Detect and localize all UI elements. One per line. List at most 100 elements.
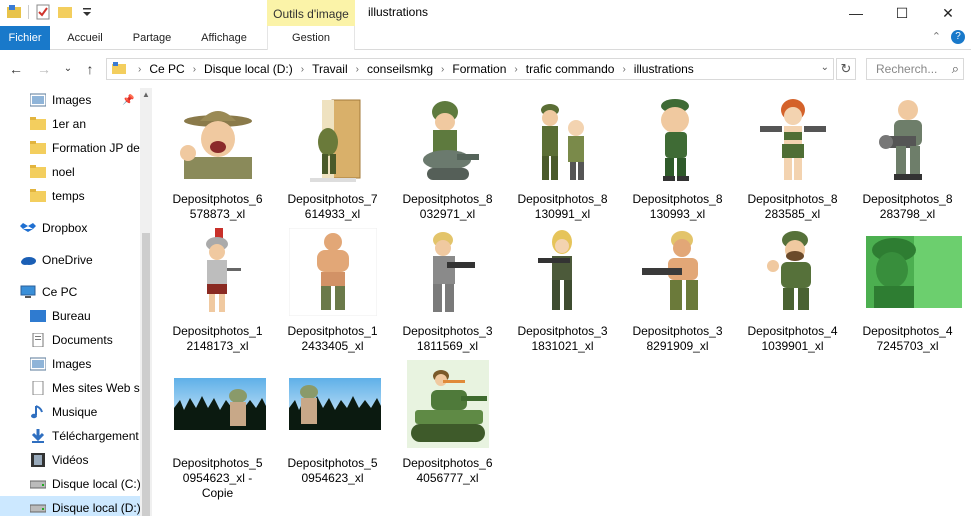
sidebar-item-images-quick[interactable]: Images 📌 [0,88,140,112]
breadcrumb-separator[interactable]: › [296,64,309,75]
sidebar-item-noel[interactable]: noel [0,160,140,184]
tab-fichier[interactable]: Fichier [0,26,50,50]
scrollbar-thumb[interactable] [142,233,150,516]
breadcrumb-separator[interactable]: › [351,64,364,75]
sidebar-item-1er-an[interactable]: 1er an [0,112,140,136]
file-item[interactable]: Depositphotos_8 032971_xl [390,88,505,221]
music-icon [30,405,46,419]
image-thumbnail [634,96,722,184]
tab-partage[interactable]: Partage [124,26,180,50]
file-item[interactable]: Depositphotos_5 0954623_xl - Copie [160,352,275,500]
close-button[interactable]: ✕ [925,0,971,26]
refresh-button[interactable]: ↻ [836,58,856,80]
file-name: Depositphotos_8 130993_xl [632,192,723,221]
breadcrumb-disque-local-d[interactable]: Disque local (D:) [201,62,296,76]
tab-gestion[interactable]: Gestion [267,26,355,50]
image-thumbnail [174,360,266,448]
sidebar-item-bureau[interactable]: Bureau [0,304,140,328]
file-name: Depositphotos_8 283585_xl [747,192,838,221]
documents-icon [30,332,46,348]
sidebar-item-videos[interactable]: Vidéos [0,448,140,472]
image-thumbnail [866,228,962,316]
file-item[interactable]: Depositphotos_8 130991_xl [505,88,620,221]
sidebar-item-temps[interactable]: temps [0,184,140,208]
breadcrumb-illustrations[interactable]: illustrations [631,62,697,76]
image-thumbnail [404,360,492,448]
customize-toolbar-icon[interactable] [79,4,95,20]
file-name: Depositphotos_8 130991_xl [517,192,608,221]
maximize-button[interactable]: ☐ [879,0,925,26]
breadcrumb-separator[interactable]: › [509,64,522,75]
file-item[interactable]: Depositphotos_8 283585_xl [735,88,850,221]
drive-icon [29,501,47,515]
tab-accueil[interactable]: Accueil [58,26,112,50]
sidebar-item-label: OneDrive [42,253,93,267]
breadcrumb-separator[interactable]: › [188,64,201,75]
file-item[interactable]: Depositphotos_4 7245703_xl [850,220,965,353]
recent-locations-button[interactable]: ⌄ [58,59,78,79]
sidebar-item-label: noel [52,165,75,179]
back-button[interactable]: ← [6,59,26,79]
sidebar-item-images[interactable]: Images [0,352,140,376]
navigation-pane: Images 📌 1er an Formation JP de noel tem… [0,88,152,516]
sidebar-item-disque-local-c[interactable]: Disque local (C:) [0,472,140,496]
image-thumbnail [749,96,837,184]
help-icon[interactable]: ? [951,30,965,44]
file-item[interactable]: Depositphotos_5 0954623_xl [275,352,390,485]
breadcrumb-separator[interactable]: › [436,64,449,75]
address-bar[interactable]: › Ce PC › Disque local (D:) › Travail › … [106,58,834,80]
new-folder-icon[interactable] [57,4,73,20]
sidebar-item-label: Téléchargement [52,429,139,443]
file-item[interactable]: Depositphotos_1 2148173_xl [160,220,275,353]
breadcrumb-trafic-commando[interactable]: trafic commando [523,62,618,76]
sidebar-item-telechargement[interactable]: Téléchargement [0,424,140,448]
collapse-ribbon-icon[interactable]: ⌃ [932,30,941,44]
file-item[interactable]: Depositphotos_8 283798_xl [850,88,965,221]
pin-icon[interactable]: 📌 [122,95,134,106]
sidebar-item-dropbox[interactable]: Dropbox [0,216,140,240]
quick-access-toolbar [6,4,95,20]
sidebar-item-formation-jp[interactable]: Formation JP de [0,136,140,160]
file-item[interactable]: Depositphotos_8 130993_xl [620,88,735,221]
folder-icon [30,141,46,155]
sidebar-item-musique[interactable]: Musique [0,400,140,424]
scroll-up-icon[interactable]: ▲ [142,90,150,99]
file-item[interactable]: Depositphotos_6 578873_xl [160,88,275,221]
sidebar-item-onedrive[interactable]: OneDrive [0,248,140,272]
sidebar-item-disque-local-d[interactable]: Disque local (D:) [0,496,140,516]
breadcrumb-separator: › [138,63,142,75]
breadcrumb-formation[interactable]: Formation [449,62,509,76]
breadcrumb-travail[interactable]: Travail [309,62,351,76]
search-icon[interactable]: ⌕ [952,59,959,79]
file-name: Depositphotos_8 032971_xl [402,192,493,221]
search-input[interactable]: Recherch... ⌕ [866,58,964,80]
minimize-button[interactable]: — [833,0,879,26]
sidebar-item-mes-sites-web[interactable]: Mes sites Web su [0,376,140,400]
sidebar-item-ce-pc[interactable]: Ce PC [0,280,140,304]
file-item[interactable]: Depositphotos_4 1039901_xl [735,220,850,353]
forward-button[interactable]: → [34,59,54,79]
breadcrumb-conseilsmkg[interactable]: conseilsmkg [364,62,436,76]
folder-properties-icon[interactable] [6,4,22,20]
file-item[interactable]: Depositphotos_3 8291909_xl [620,220,735,353]
file-item[interactable]: Depositphotos_3 1831021_xl [505,220,620,353]
up-button[interactable]: ↑ [80,59,100,79]
folder-icon [30,165,46,179]
image-thumbnail [404,228,492,316]
properties-check-icon[interactable] [35,4,51,20]
file-item[interactable]: Depositphotos_6 4056777_xl [390,352,505,485]
tab-affichage[interactable]: Affichage [192,26,256,50]
navigation-scrollbar[interactable]: ▲ [140,88,152,516]
file-item[interactable]: Depositphotos_3 1811569_xl [390,220,505,353]
file-name: Depositphotos_6 578873_xl [172,192,263,221]
address-dropdown-icon[interactable]: ⌄ [821,62,829,73]
window-title: illustrations [368,5,429,19]
file-item[interactable]: Depositphotos_1 2433405_xl [275,220,390,353]
sidebar-item-label: Formation JP de [52,141,140,155]
file-name: Depositphotos_3 8291909_xl [632,324,723,353]
computer-icon [20,285,36,299]
breadcrumb-ce-pc[interactable]: Ce PC [146,62,187,76]
sidebar-item-documents[interactable]: Documents [0,328,140,352]
breadcrumb-separator[interactable]: › [617,64,630,75]
file-item[interactable]: Depositphotos_7 614933_xl [275,88,390,221]
